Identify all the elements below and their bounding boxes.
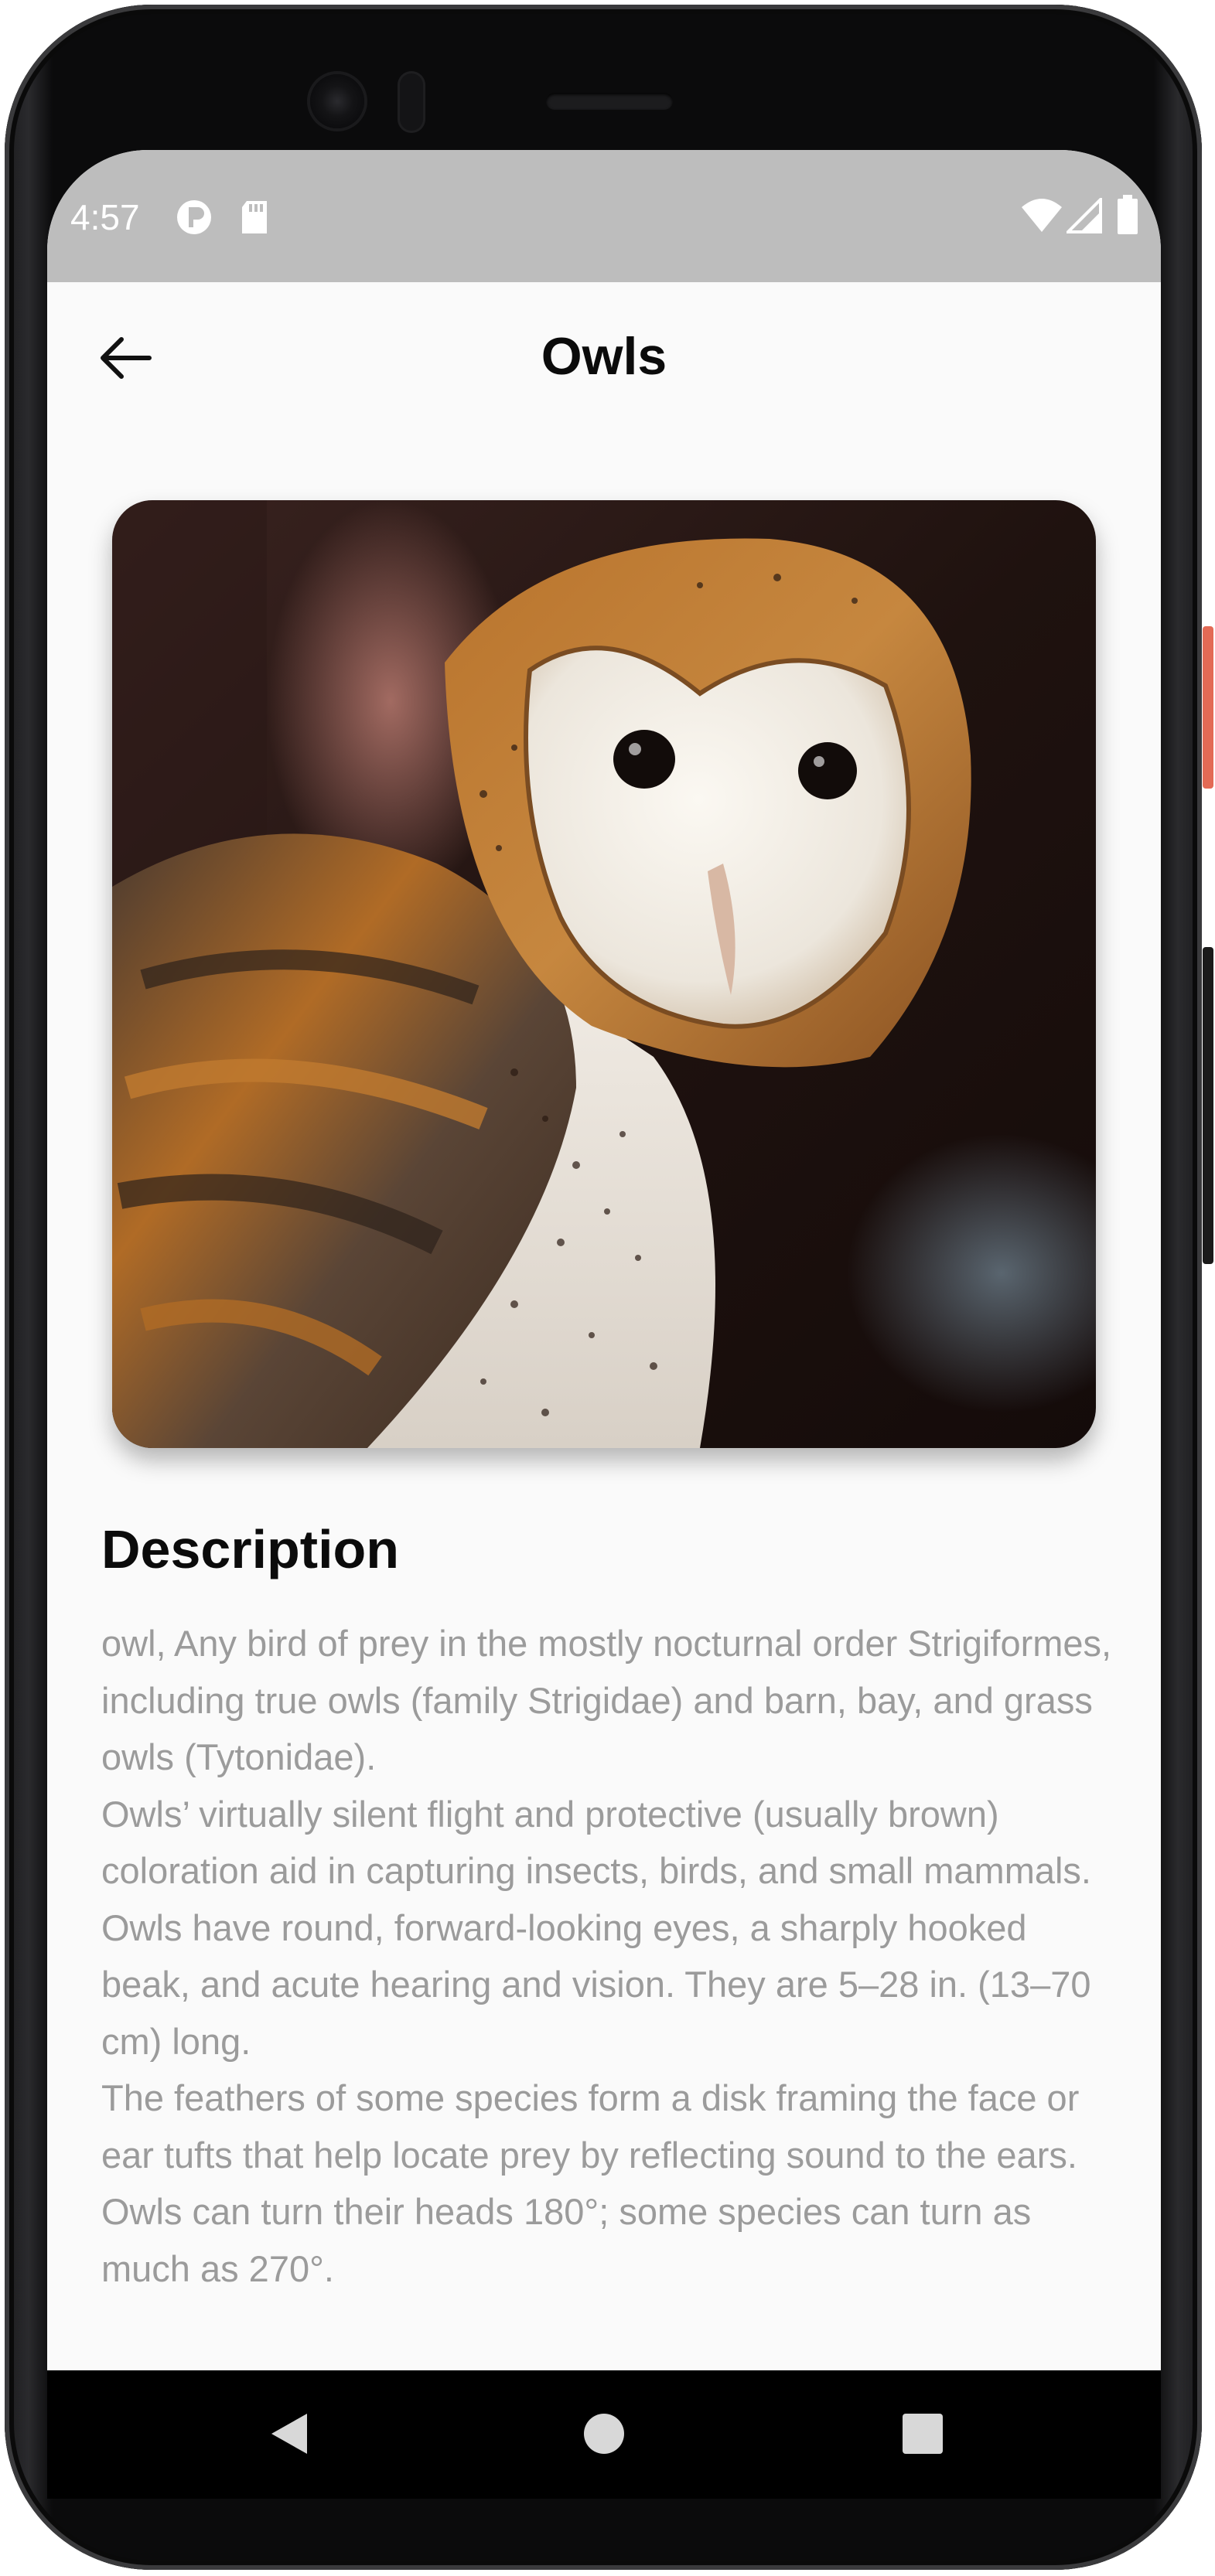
nav-recents-button[interactable]: [890, 2403, 955, 2468]
status-time: 4:57: [70, 197, 140, 237]
battery-icon: [1116, 195, 1139, 239]
back-triangle-icon: [267, 2411, 310, 2461]
nav-back-button[interactable]: [256, 2403, 321, 2468]
volume-button[interactable]: [1203, 947, 1213, 1264]
screen: 4:57 Owls Description owl, Any bird of p…: [47, 150, 1161, 2370]
p-badge-icon: [175, 198, 213, 240]
status-bar: 4:57: [47, 150, 1161, 282]
description-text: owl, Any bird of prey in the mostly noct…: [101, 1615, 1122, 2297]
home-circle-icon: [582, 2412, 626, 2459]
front-camera: [310, 74, 364, 128]
app-bar: Owls: [47, 282, 1161, 437]
page-title: Owls: [541, 327, 667, 386]
power-button[interactable]: [1203, 626, 1213, 789]
sd-card-icon: [239, 198, 270, 240]
description-paragraph: Owls’ virtually silent flight and protec…: [101, 1793, 1091, 2062]
nav-home-button[interactable]: [572, 2403, 637, 2468]
proximity-sensor: [398, 71, 425, 133]
description-heading: Description: [101, 1519, 400, 1579]
earpiece-speaker: [546, 93, 673, 110]
hero-image: [112, 500, 1096, 1448]
barn-owl-photo: [112, 500, 1096, 1448]
description-paragraph: owl, Any bird of prey in the mostly noct…: [101, 1623, 1112, 1777]
wifi-icon: [1020, 196, 1063, 239]
recents-square-icon: [901, 2412, 944, 2459]
signal-icon: [1064, 196, 1102, 237]
navigation-bar: [47, 2370, 1161, 2499]
description-paragraph: The feathers of some species form a disk…: [101, 2077, 1080, 2289]
